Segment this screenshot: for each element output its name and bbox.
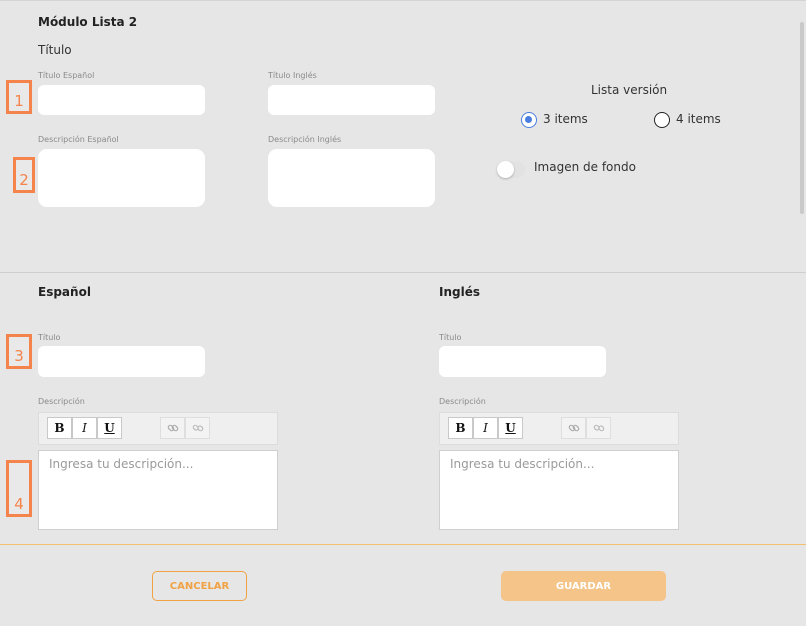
ingles-descripcion-editor[interactable]: Ingresa tu descripción... [439,450,679,530]
titulo-espanol-label: Título Español [38,71,95,80]
annotation-marker-3: 3 [6,334,32,369]
module-title: Módulo Lista 2 [38,15,138,29]
imagen-fondo-label: Imagen de fondo [534,160,636,174]
bold-button[interactable]: B [448,417,473,439]
bold-button[interactable]: B [47,417,72,439]
descripcion-ingles-label: Descripción Inglés [268,135,342,144]
ingles-descripcion-label: Descripción [439,397,486,406]
annotation-marker-4: 4 [6,460,32,517]
footer-divider [0,544,806,545]
annotation-marker-2: 2 [13,157,35,193]
section-divider [0,272,806,273]
espanol-titulo-label: Título [38,333,61,342]
descripcion-espanol-label: Descripción Español [38,135,119,144]
espanol-titulo-input[interactable] [38,346,205,377]
ingles-heading: Inglés [439,285,480,299]
underline-button[interactable]: U [498,417,523,439]
top-divider [0,0,806,1]
radio-3-items[interactable] [521,112,537,128]
ingles-titulo-input[interactable] [439,346,606,377]
titulo-ingles-label: Título Inglés [268,71,317,80]
toggle-knob [497,161,514,178]
link-icon[interactable] [561,417,586,439]
ingles-titulo-label: Título [439,333,462,342]
unlink-icon[interactable] [586,417,611,439]
radio-3-items-label[interactable]: 3 items [543,112,588,126]
section-subtitle: Título [38,43,72,57]
link-icon[interactable] [160,417,185,439]
italic-button[interactable]: I [72,417,97,439]
cancel-button[interactable]: CANCELAR [152,571,247,601]
espanol-heading: Español [38,285,91,299]
descripcion-espanol-input[interactable] [38,149,205,207]
espanol-descripcion-editor[interactable]: Ingresa tu descripción... [38,450,278,530]
titulo-espanol-input[interactable] [38,85,205,115]
imagen-fondo-toggle[interactable] [497,161,525,178]
scrollbar[interactable] [800,22,804,214]
titulo-ingles-input[interactable] [268,85,435,115]
radio-4-items[interactable] [654,112,670,128]
descripcion-ingles-input[interactable] [268,149,435,207]
lista-version-title: Lista versión [591,83,668,97]
save-button[interactable]: GUARDAR [501,571,666,601]
annotation-marker-1: 1 [6,80,32,114]
italic-button[interactable]: I [473,417,498,439]
espanol-descripcion-label: Descripción [38,397,85,406]
underline-button[interactable]: U [97,417,122,439]
ingles-editor-toolbar: B I U [439,412,679,445]
espanol-editor-toolbar: B I U [38,412,278,445]
unlink-icon[interactable] [185,417,210,439]
radio-4-items-label[interactable]: 4 items [676,112,721,126]
